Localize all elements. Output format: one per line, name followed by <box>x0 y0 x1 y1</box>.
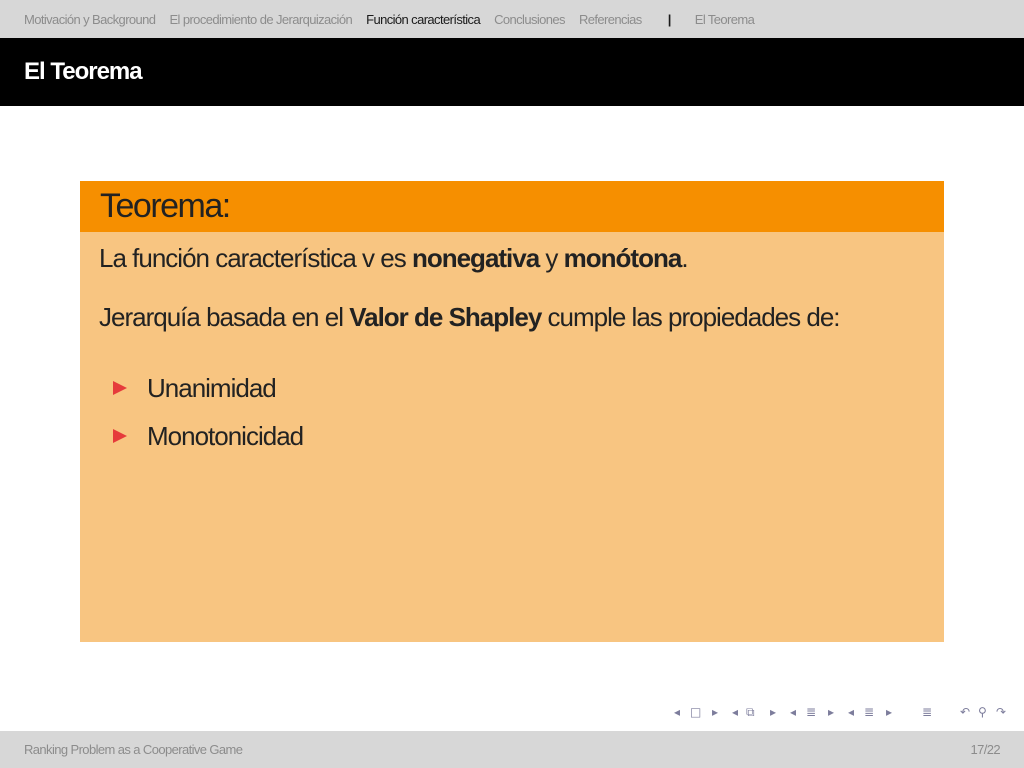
shapley-statement: Jerarquía basada en el Valor de Shapley … <box>99 301 924 333</box>
frame-title: El Teorema <box>24 58 143 85</box>
section-icon[interactable]: ≣ <box>864 705 874 719</box>
prev-frame-icon[interactable]: ◂ <box>732 705 738 719</box>
slide-icon[interactable]: □ <box>690 705 701 719</box>
triangle-bullet-icon <box>113 429 127 443</box>
next-section-icon[interactable]: ▸ <box>886 705 892 719</box>
triangle-bullet-icon <box>113 381 127 395</box>
beamer-navigation-symbols: ◂ □ ▸ ◂ ⧉ ▸ ◂ ≣ ▸ ◂ ≣ ▸ ≣ ↶ ⚲ ↷ <box>672 705 1020 723</box>
list-item: Unanimidad <box>99 364 924 412</box>
property-label: Monotonicidad <box>147 420 304 451</box>
undo-icon[interactable]: ↶ <box>960 705 970 719</box>
list-item: Monotonicidad <box>99 412 924 460</box>
statement-conjunction: y <box>539 243 564 273</box>
theorem-body: La función característica v es nonegativ… <box>80 232 944 460</box>
nav-section-procedimiento[interactable]: El procedimiento de Jerarquización <box>169 12 352 27</box>
theorem-statement: La función característica v es nonegativ… <box>99 242 924 274</box>
properties-list: Unanimidad Monotonicidad <box>99 364 924 460</box>
zoom-icon[interactable]: ⚲ <box>978 705 987 719</box>
section-navigation: Motivación y Background El procedimiento… <box>0 0 1024 38</box>
property-label: Unanimidad <box>147 372 277 403</box>
subsection-icon[interactable]: ≣ <box>806 705 816 719</box>
shapley-text: Jerarquía basada en el <box>99 302 350 332</box>
nav-section-conclusiones[interactable]: Conclusiones <box>494 12 565 27</box>
nav-section-motivacion[interactable]: Motivación y Background <box>24 12 156 27</box>
theorem-heading: Teorema: <box>80 181 944 232</box>
nav-section-funcion[interactable]: Función característica <box>366 12 481 27</box>
frame-title-bar: El Teorema <box>0 38 1024 106</box>
frame-icon[interactable]: ⧉ <box>746 705 755 720</box>
term-valor-de-shapley: Valor de Shapley <box>349 302 542 332</box>
next-subsection-icon[interactable]: ▸ <box>828 705 834 719</box>
next-slide-icon[interactable]: ▸ <box>712 705 718 719</box>
prev-subsection-icon[interactable]: ◂ <box>790 705 796 719</box>
term-nonegativa: nonegativa <box>411 243 540 273</box>
prev-section-icon[interactable]: ◂ <box>848 705 854 719</box>
statement-text: La función característica v es <box>99 243 412 273</box>
footer-title: Ranking Problem as a Cooperative Game <box>24 742 243 757</box>
redo-icon[interactable]: ↷ <box>996 705 1006 719</box>
statement-period: . <box>681 243 688 273</box>
nav-section-referencias[interactable]: Referencias <box>579 12 642 27</box>
shapley-text-end: cumple las propiedades de: <box>541 302 841 332</box>
nav-subsection-teorema[interactable]: El Teorema <box>695 12 755 27</box>
prev-slide-icon[interactable]: ◂ <box>674 705 680 719</box>
document-icon[interactable]: ≣ <box>922 705 932 719</box>
nav-separator: | <box>667 11 672 27</box>
term-monotona: monótona <box>563 243 683 273</box>
footer-bar: Ranking Problem as a Cooperative Game 17… <box>0 731 1024 768</box>
theorem-block: Teorema: La función característica v es … <box>80 181 944 642</box>
page-number: 17/22 <box>970 742 1000 757</box>
next-frame-icon[interactable]: ▸ <box>770 705 776 719</box>
